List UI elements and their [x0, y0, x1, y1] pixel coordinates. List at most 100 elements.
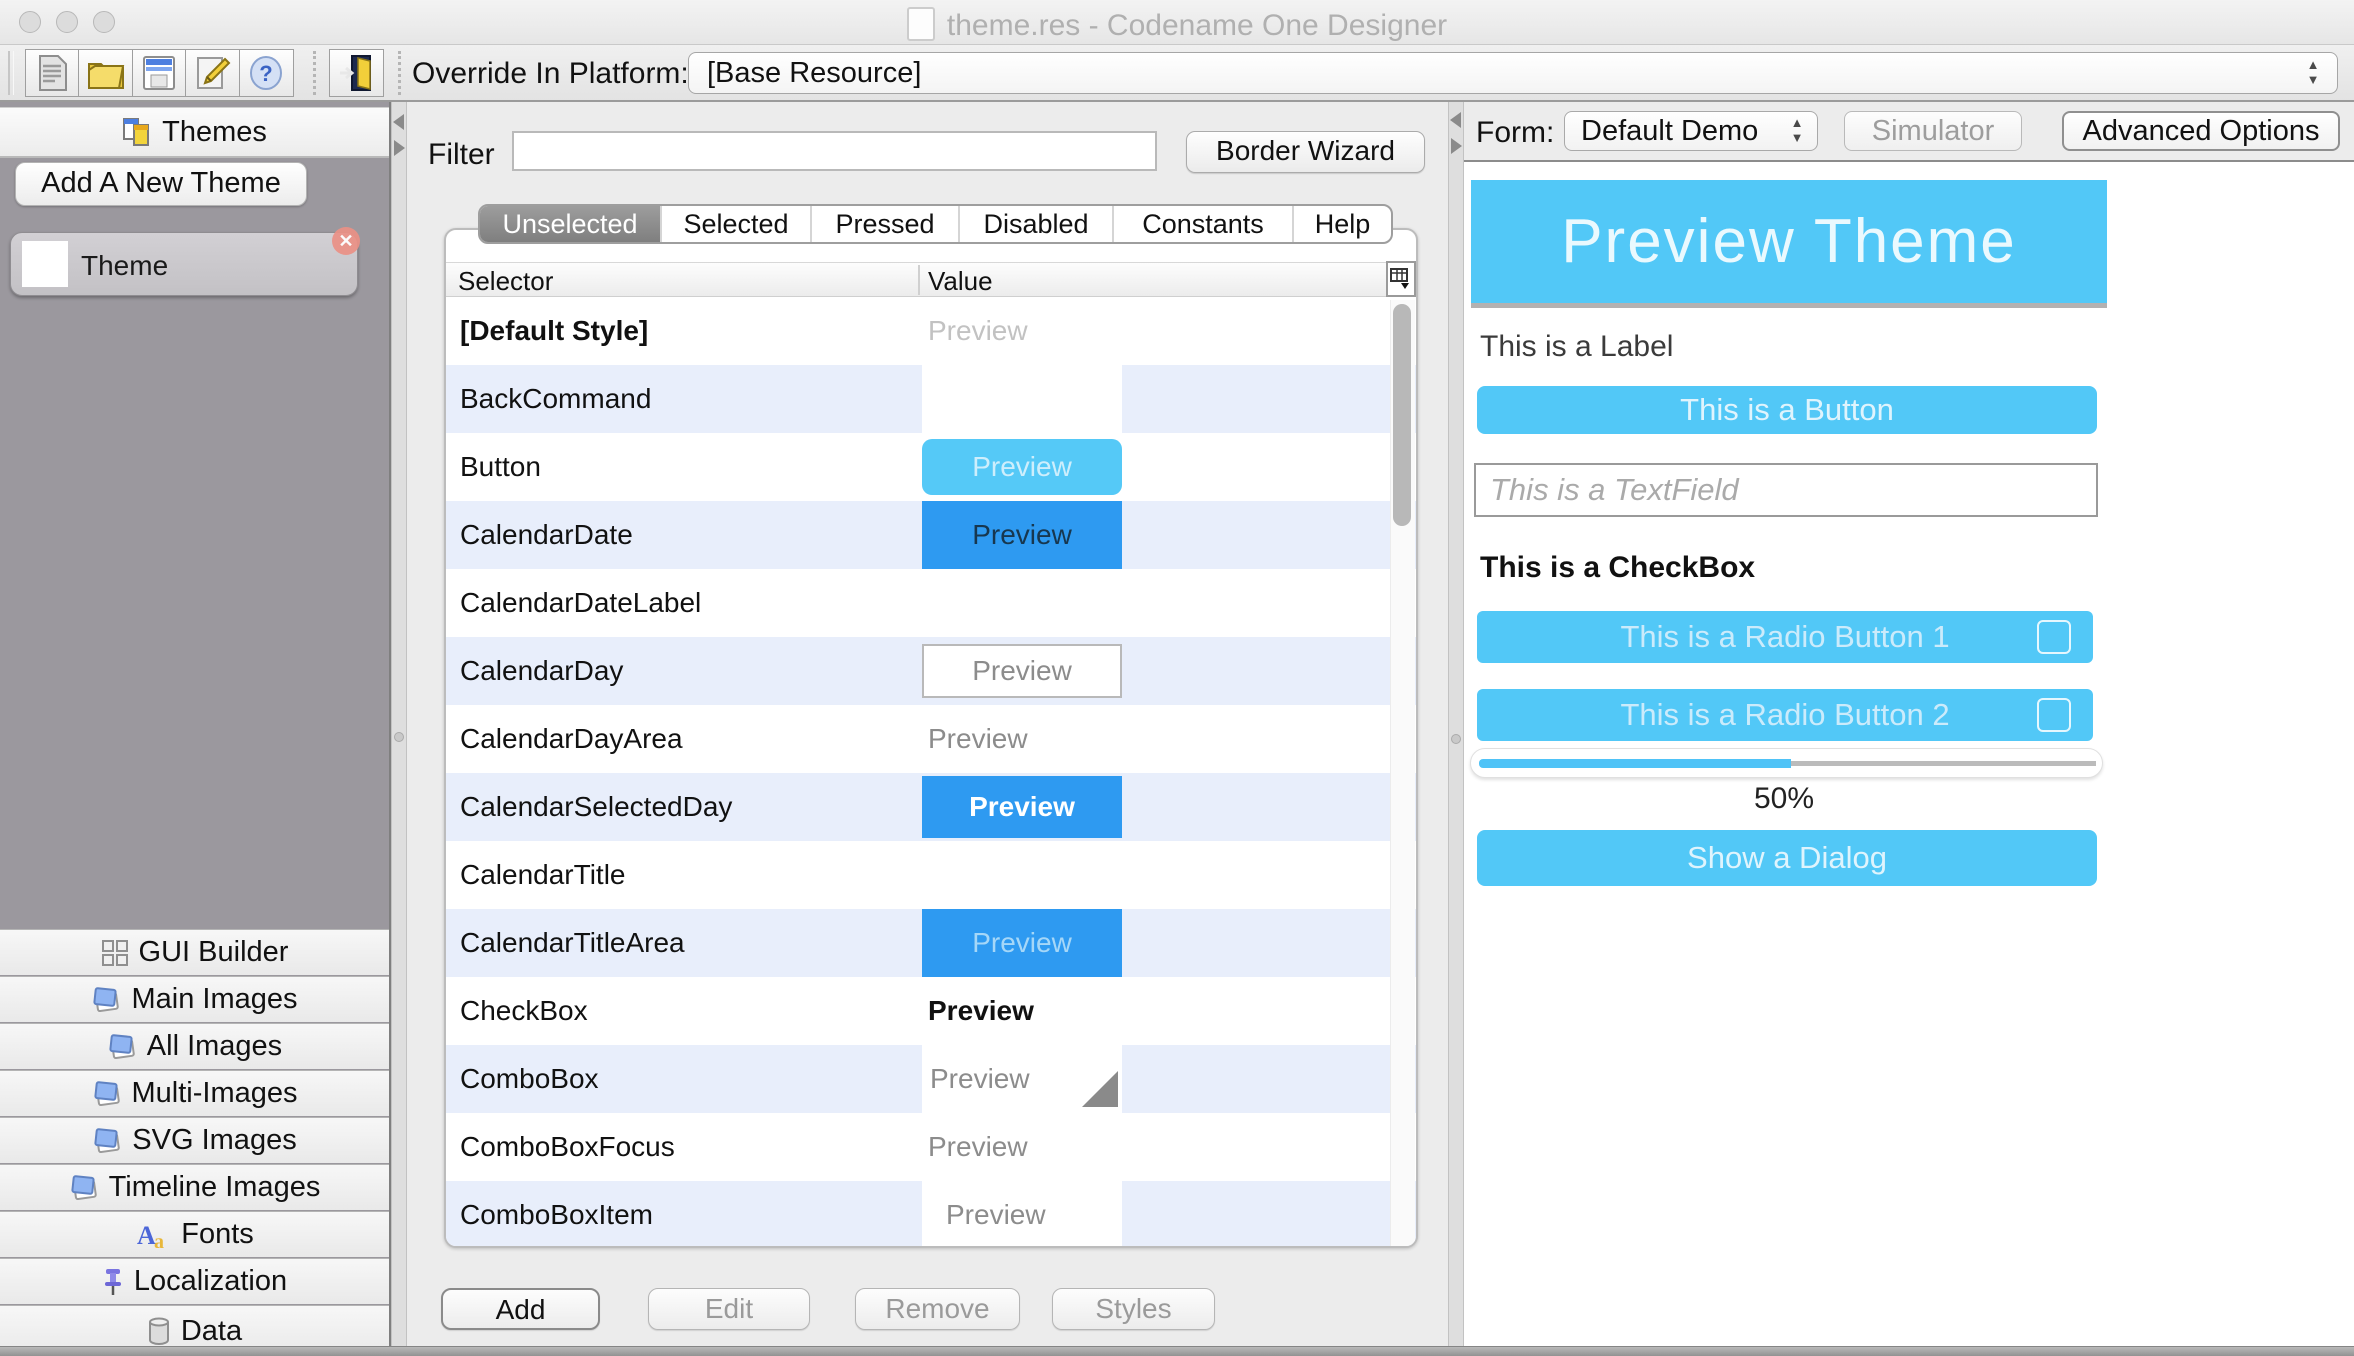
table-row[interactable]: CalendarDateLabel	[446, 569, 1416, 637]
table-row[interactable]: CheckBox Preview	[446, 977, 1416, 1045]
styles-button[interactable]: Styles	[1052, 1288, 1215, 1330]
table-row[interactable]: CalendarTitle	[446, 841, 1416, 909]
sidebar-item-label: Timeline Images	[108, 1171, 321, 1203]
border-wizard-button[interactable]: Border Wizard	[1186, 131, 1425, 173]
theme-list-item[interactable]: Theme ✕	[10, 227, 360, 296]
open-resource-button[interactable]	[78, 49, 133, 97]
sidebar-item-fonts[interactable]: Aa Fonts	[0, 1211, 389, 1257]
table-options-button[interactable]	[1386, 261, 1416, 297]
selector-cell: CalendarTitleArea	[460, 927, 685, 958]
add-button[interactable]: Add	[441, 1288, 600, 1330]
value-empty-cell[interactable]	[922, 365, 1122, 433]
progress-track	[1791, 761, 2096, 766]
left-splitter[interactable]	[391, 102, 407, 1356]
tab-help[interactable]: Help	[1292, 206, 1391, 242]
stepper-arrows-icon[interactable]: ▲ ▼	[2303, 57, 2323, 87]
toolbar-separator	[313, 51, 316, 95]
sidebar-item-svg-images[interactable]: SVG Images	[0, 1117, 389, 1163]
selector-column-header[interactable]: Selector	[458, 266, 553, 297]
column-divider[interactable]	[918, 265, 920, 295]
sidebar-item-localization[interactable]: Localization	[0, 1258, 389, 1304]
tab-selected[interactable]: Selected	[660, 206, 810, 242]
preview-radio-button-2[interactable]: This is a Radio Button 2	[1477, 689, 2093, 741]
combo-corner-icon	[1082, 1071, 1118, 1107]
radio-box-icon	[2037, 698, 2071, 732]
sidebar-item-multi-images[interactable]: Multi-Images	[0, 1070, 389, 1116]
filter-label: Filter	[428, 138, 495, 171]
table-row[interactable]: Button Preview	[446, 433, 1416, 501]
value-preview-text[interactable]: Preview	[928, 705, 1028, 773]
edit-resource-button[interactable]	[185, 49, 240, 97]
right-splitter[interactable]	[1448, 102, 1464, 1356]
themes-header: Themes	[0, 107, 389, 158]
advanced-options-button[interactable]: Advanced Options	[2062, 111, 2340, 151]
value-preview-button[interactable]: Preview	[922, 439, 1122, 495]
images-icon	[109, 1033, 135, 1059]
preview-checkbox[interactable]: This is a CheckBox	[1480, 551, 1755, 585]
value-combo-cell[interactable]: Preview	[922, 1045, 1122, 1113]
sidebar-item-label: Main Images	[131, 983, 298, 1015]
sidebar-item-timeline-images[interactable]: Timeline Images	[0, 1164, 389, 1210]
tab-unselected[interactable]: Unselected	[480, 206, 660, 242]
collapse-right-icon[interactable]	[394, 140, 405, 156]
window-bottom-edge[interactable]	[0, 1346, 2354, 1356]
value-preview-button[interactable]: Preview	[922, 644, 1122, 698]
sidebar-item-all-images[interactable]: All Images	[0, 1023, 389, 1069]
save-resource-button[interactable]	[131, 49, 187, 97]
preview-radio-button-1[interactable]: This is a Radio Button 1	[1477, 611, 2093, 663]
sidebar-item-main-images[interactable]: Main Images	[0, 976, 389, 1022]
table-row[interactable]: ComboBoxItem Preview	[446, 1181, 1416, 1246]
gui-builder-icon	[101, 939, 128, 966]
override-platform-select[interactable]: [Base Resource] ▲ ▼	[688, 52, 2338, 94]
table-scrollbar-thumb[interactable]	[1393, 304, 1411, 526]
table-row[interactable]: CalendarDate Preview	[446, 501, 1416, 569]
exit-button[interactable]	[328, 49, 384, 97]
preview-panel: Form: Default Demo ▲ ▼ Simulator Advanced…	[1464, 102, 2354, 1356]
simulator-button[interactable]: Simulator	[1844, 111, 2022, 151]
exit-door-icon	[340, 55, 371, 91]
value-preview-text[interactable]: Preview	[928, 1113, 1028, 1181]
tab-disabled[interactable]: Disabled	[958, 206, 1112, 242]
stepper-arrows-icon[interactable]: ▲ ▼	[1787, 115, 1807, 145]
preview-textfield[interactable]	[1474, 463, 2098, 517]
toolbar-drag-handle[interactable]	[8, 51, 14, 95]
table-row[interactable]: ComboBoxFocus Preview	[446, 1113, 1416, 1181]
themes-sidebar: Themes Add A New Theme Theme ✕ GUI Build…	[0, 102, 391, 1356]
value-preview-fill[interactable]: Preview	[922, 501, 1122, 569]
collapse-left-icon[interactable]	[1450, 112, 1461, 128]
table-row[interactable]: BackCommand	[446, 365, 1416, 433]
remove-button[interactable]: Remove	[855, 1288, 1020, 1330]
table-row[interactable]: CalendarDayArea Preview	[446, 705, 1416, 773]
value-preview-text[interactable]: Preview	[928, 977, 1034, 1045]
pushpin-icon	[104, 1268, 121, 1295]
collapse-left-icon[interactable]	[393, 114, 404, 130]
preview-button[interactable]: This is a Button	[1477, 386, 2097, 434]
value-preview-fill[interactable]: Preview	[922, 909, 1122, 977]
help-button[interactable]: ?	[238, 49, 294, 97]
tab-pressed[interactable]: Pressed	[810, 206, 958, 242]
title-bar: theme.res - Codename One Designer	[0, 0, 2354, 45]
table-row[interactable]: CalendarTitleArea Preview	[446, 909, 1416, 977]
table-row[interactable]: CalendarSelectedDay Preview	[446, 773, 1416, 841]
filter-input[interactable]	[512, 131, 1157, 171]
value-preview-text[interactable]: Preview	[928, 297, 1028, 365]
show-dialog-button[interactable]: Show a Dialog	[1477, 830, 2097, 886]
theme-item-label: Theme	[81, 250, 169, 281]
tab-constants[interactable]: Constants	[1112, 206, 1292, 242]
value-column-header[interactable]: Value	[928, 266, 993, 297]
value-preview-button[interactable]: Preview	[922, 776, 1122, 838]
form-select[interactable]: Default Demo ▲ ▼	[1564, 111, 1818, 151]
table-row[interactable]: CalendarDay Preview	[446, 637, 1416, 705]
table-row[interactable]: [Default Style] Preview	[446, 297, 1416, 365]
edit-button[interactable]: Edit	[648, 1288, 810, 1330]
sidebar-item-gui-builder[interactable]: GUI Builder	[0, 929, 389, 975]
theme-close-icon[interactable]: ✕	[332, 227, 360, 255]
collapse-right-icon[interactable]	[1451, 138, 1462, 154]
sidebar-item-label: All Images	[146, 1030, 283, 1062]
add-new-theme-button[interactable]: Add A New Theme	[15, 162, 307, 206]
table-row[interactable]: ComboBox Preview	[446, 1045, 1416, 1113]
new-resource-button[interactable]	[24, 49, 80, 97]
value-cell[interactable]: Preview	[922, 1181, 1122, 1246]
selector-cell: [Default Style]	[460, 315, 649, 346]
selector-cell: BackCommand	[460, 383, 652, 414]
